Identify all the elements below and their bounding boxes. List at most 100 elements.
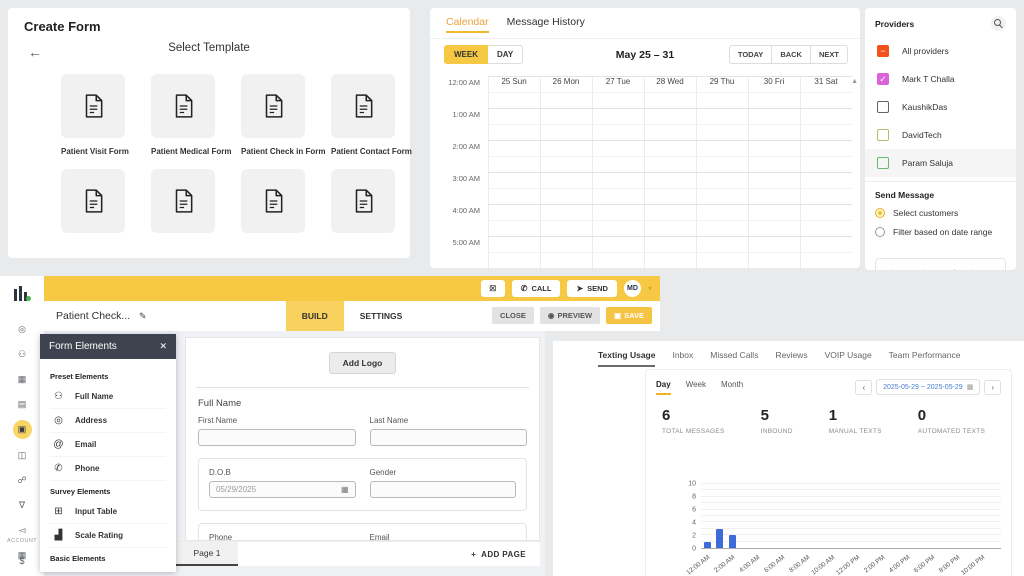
- provider-item[interactable]: Param Saluja: [865, 149, 1016, 177]
- calendar-icon[interactable]: ▦: [13, 370, 31, 388]
- input-d-o-b[interactable]: 05/29/2025 ▦: [209, 481, 356, 498]
- y-tick: 10: [688, 481, 696, 488]
- chart-bar-slot: [776, 484, 789, 548]
- input-first-name[interactable]: [198, 429, 356, 446]
- chevron-down-icon[interactable]: ▾: [648, 284, 652, 293]
- element-item-email[interactable]: @Email: [50, 433, 166, 457]
- tab-missed-calls[interactable]: Missed Calls: [710, 350, 758, 367]
- page-1-tab[interactable]: Page 1: [176, 542, 238, 566]
- checkbox-checked[interactable]: ✓: [877, 73, 889, 85]
- chart-bar[interactable]: [729, 535, 736, 548]
- tab-message-history[interactable]: Message History: [507, 16, 585, 33]
- checkbox-indeterminate[interactable]: −: [877, 45, 889, 57]
- filter-icon[interactable]: ∇: [13, 496, 31, 514]
- chart-bar-slot: [751, 484, 764, 548]
- input-last-name[interactable]: [370, 429, 528, 446]
- tab-team-performance[interactable]: Team Performance: [889, 350, 961, 367]
- period-tab-week[interactable]: Week: [686, 380, 706, 395]
- search-icon[interactable]: [991, 16, 1006, 31]
- checkbox-unchecked[interactable]: [877, 157, 889, 169]
- template-card-box[interactable]: [61, 169, 125, 233]
- calendar-hour-row: 2:00 AM: [430, 140, 852, 172]
- element-item-input-table[interactable]: ⊞Input Table: [50, 500, 166, 524]
- add-logo-button[interactable]: Add Logo: [329, 352, 397, 374]
- phone-email-section[interactable]: PhoneEmail: [198, 523, 527, 541]
- next-day-button[interactable]: ›: [984, 380, 1001, 395]
- template-card-box[interactable]: [241, 74, 305, 138]
- close-button[interactable]: CLOSE: [492, 307, 534, 324]
- forms-icon[interactable]: ▣: [13, 420, 32, 439]
- bookmark-off-icon[interactable]: ⊠: [481, 280, 505, 297]
- checkbox-unchecked[interactable]: [877, 101, 889, 113]
- tab-inbox[interactable]: Inbox: [672, 350, 693, 367]
- tab-texting-usage[interactable]: Texting Usage: [598, 350, 655, 367]
- provider-item[interactable]: ✓Mark T Challa: [865, 65, 1016, 93]
- element-item-full-name[interactable]: ⚇Full Name: [50, 385, 166, 409]
- add-page-label: ADD PAGE: [481, 550, 526, 559]
- radio-option[interactable]: Filter based on date range: [875, 227, 1006, 237]
- tab-voip-usage[interactable]: VOIP Usage: [825, 350, 872, 367]
- save-button[interactable]: ▣ SAVE: [606, 307, 652, 324]
- tab-calendar[interactable]: Calendar: [446, 16, 489, 33]
- next-button[interactable]: NEXT: [811, 45, 848, 64]
- date-range-picker[interactable]: 2025-05-29 ~ 2025-05-29 ▦: [876, 379, 980, 395]
- tools-icon[interactable]: ⚒: [13, 571, 31, 576]
- analytics-tabs: Texting Usage Inbox Missed Calls Reviews VOI…: [553, 341, 1024, 367]
- back-button[interactable]: BACK: [772, 45, 811, 64]
- checkbox-unchecked[interactable]: [877, 129, 889, 141]
- radio-unselected[interactable]: [875, 227, 885, 237]
- share-icon[interactable]: ☍: [13, 471, 31, 489]
- app-logo-icon[interactable]: [13, 283, 31, 301]
- period-tab-month[interactable]: Month: [721, 380, 743, 395]
- send-message-options: Select customers Filter based on date ran…: [875, 208, 1006, 237]
- scroll-up-icon[interactable]: ▲: [851, 78, 858, 85]
- user-avatar[interactable]: MD: [624, 280, 641, 297]
- field-value: 05/29/2025: [216, 485, 256, 494]
- tab-reviews[interactable]: Reviews: [775, 350, 807, 367]
- template-card-box[interactable]: [151, 74, 215, 138]
- calendar-icon[interactable]: ▦: [341, 485, 349, 494]
- add-page-button[interactable]: + ADD PAGE: [471, 550, 540, 559]
- radio-selected[interactable]: [875, 208, 885, 218]
- save-label: SAVE: [624, 311, 644, 320]
- template-card-box[interactable]: [151, 169, 215, 233]
- chart-bar[interactable]: [704, 542, 711, 548]
- input-gender[interactable]: [370, 481, 517, 498]
- users-icon[interactable]: ⚇: [13, 345, 31, 363]
- texting-usage-card: Day Week Month ‹ 2025-05-29 ~ 2025-05-29 ▦…: [645, 369, 1012, 576]
- chart-bar[interactable]: [716, 529, 723, 548]
- billing-icon[interactable]: $: [0, 556, 44, 566]
- preview-button[interactable]: ◉ PREVIEW: [540, 307, 600, 324]
- person-icon: ⚇: [52, 391, 65, 402]
- notes-icon[interactable]: ▤: [13, 395, 31, 413]
- provider-item[interactable]: KaushikDas: [865, 93, 1016, 121]
- period-tab-day[interactable]: Day: [656, 380, 671, 395]
- tab-settings[interactable]: SETTINGS: [344, 301, 419, 331]
- appointments-input[interactable]: Select appointments from the calendar: [875, 258, 1006, 270]
- template-card-box[interactable]: [61, 74, 125, 138]
- element-item-address[interactable]: ◎Address: [50, 409, 166, 433]
- announce-icon[interactable]: ◅: [13, 521, 31, 539]
- location-pin-icon[interactable]: ◎: [13, 320, 31, 338]
- provider-item[interactable]: DavidTech: [865, 121, 1016, 149]
- close-icon[interactable]: ✕: [159, 341, 167, 352]
- call-label: CALL: [531, 284, 551, 293]
- radio-option[interactable]: Select customers: [875, 208, 1006, 218]
- call-button[interactable]: ✆ CALL: [512, 280, 561, 297]
- tab-build[interactable]: BUILD: [286, 301, 344, 331]
- prev-day-button[interactable]: ‹: [855, 380, 872, 395]
- send-button[interactable]: ➤ SEND: [567, 280, 617, 297]
- element-item-heading[interactable]: ▬Heading: [50, 567, 166, 572]
- back-arrow-icon[interactable]: ←: [28, 44, 42, 60]
- dob-gender-section[interactable]: D.O.B05/29/2025▦Gender: [198, 458, 527, 511]
- element-item-phone[interactable]: ✆Phone: [50, 457, 166, 481]
- provider-item[interactable]: −All providers: [865, 37, 1016, 65]
- today-button[interactable]: TODAY: [729, 45, 772, 64]
- form-elements-header[interactable]: Form Elements ✕: [40, 334, 176, 359]
- template-card-box[interactable]: [331, 74, 395, 138]
- section-heading: Survey Elements: [50, 487, 166, 496]
- template-card-box[interactable]: [331, 169, 395, 233]
- element-item-scale-rating[interactable]: ▟Scale Rating: [50, 524, 166, 548]
- template-card-box[interactable]: [241, 169, 305, 233]
- video-icon[interactable]: ◫: [13, 446, 31, 464]
